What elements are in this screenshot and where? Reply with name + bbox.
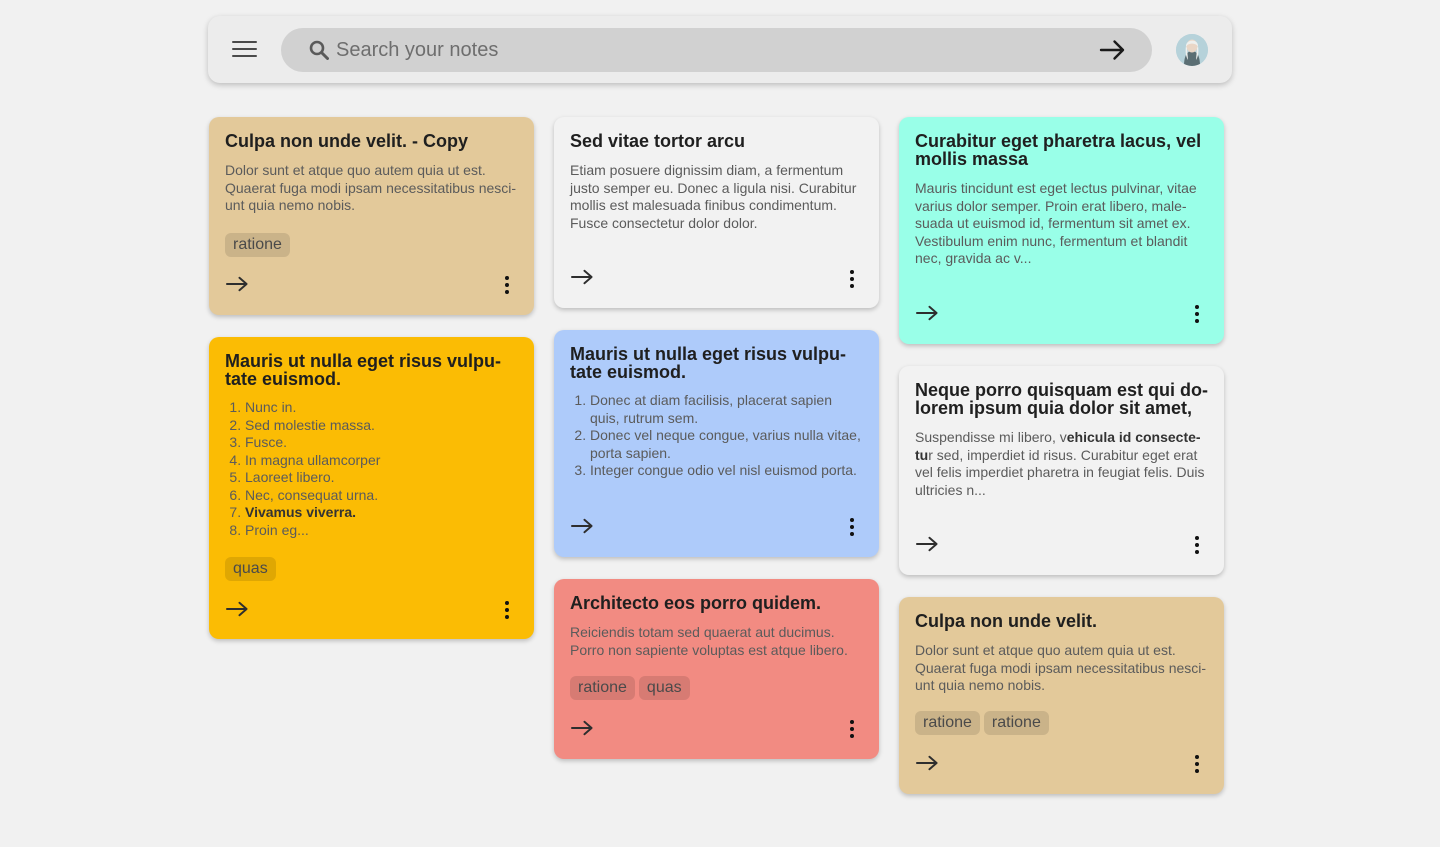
note-card[interactable]: Mauris ut nulla eget risus vulpu-tate eu…	[209, 337, 534, 639]
note-card[interactable]: Culpa non unde velit. - Copy Dolor sunt …	[209, 117, 534, 315]
avatar[interactable]	[1176, 34, 1208, 66]
list-item: Vivamus viverra.	[245, 504, 518, 522]
tag[interactable]: quas	[638, 676, 690, 700]
more-options-icon[interactable]	[1194, 755, 1200, 773]
tag-list: ratione quas	[570, 676, 690, 700]
note-body-text: Suspendisse mi libero, v	[915, 429, 1067, 445]
search-submit-arrow-icon[interactable]	[1099, 38, 1127, 62]
menu-button[interactable]	[232, 41, 258, 59]
search-icon[interactable]	[309, 40, 329, 60]
search-bar	[281, 28, 1152, 72]
more-options-icon[interactable]	[1194, 305, 1200, 323]
open-note-arrow-icon[interactable]	[916, 755, 939, 771]
tag[interactable]: ratione	[983, 711, 1049, 735]
tag-list: ratione ratione	[915, 711, 1049, 735]
note-body: Etiam posuere dignissim diam, a fermentu…	[570, 162, 857, 231]
list-item: Nunc in.	[245, 399, 518, 417]
note-card[interactable]: Curabitur eget pharetra lacus, vel molli…	[899, 117, 1224, 344]
search-input[interactable]	[336, 28, 1076, 72]
open-note-arrow-icon[interactable]	[916, 305, 939, 321]
note-body: Mauris tincidunt est eget lectus pulvina…	[915, 180, 1197, 266]
list-item: Proin eg...	[245, 522, 518, 540]
note-list: Donec at diam facilisis, placerat sapien…	[570, 392, 863, 480]
note-title: Culpa non unde velit.	[915, 611, 1098, 631]
open-note-arrow-icon[interactable]	[916, 536, 939, 552]
list-item: Integer congue odio vel nisl euismod por…	[590, 462, 863, 480]
open-note-arrow-icon[interactable]	[571, 720, 594, 736]
note-title: Curabitur eget pharetra lacus, vel molli…	[915, 131, 1202, 169]
note-body: Reiciendis totam sed quaerat aut ducimus…	[570, 624, 848, 658]
more-options-icon[interactable]	[504, 276, 510, 294]
more-options-icon[interactable]	[504, 601, 510, 619]
tag-list: ratione	[225, 233, 290, 257]
bold-text: Vivamus viverra.	[245, 504, 357, 520]
note-card[interactable]: Culpa non unde velit. Dolor sunt et atqu…	[899, 597, 1224, 794]
tag[interactable]: ratione	[225, 233, 290, 257]
menu-icon	[232, 41, 257, 43]
note-card[interactable]: Sed vitae tortor arcu Etiam posuere dign…	[554, 117, 879, 308]
list-item: In magna ullamcorper	[245, 452, 518, 470]
open-note-arrow-icon[interactable]	[571, 518, 594, 534]
tag[interactable]: quas	[225, 557, 276, 581]
note-card[interactable]: Mauris ut nulla eget risus vulpu-tate eu…	[554, 330, 879, 557]
more-options-icon[interactable]	[849, 720, 855, 738]
note-body: Suspendisse mi libero, vehicula id conse…	[915, 429, 1208, 499]
menu-icon-line	[232, 48, 257, 50]
note-card[interactable]: Architecto eos porro quidem. Reiciendis …	[554, 579, 879, 759]
more-options-icon[interactable]	[1194, 536, 1200, 554]
tag-list: quas	[225, 557, 276, 581]
list-item: Donec at diam facilisis, placerat sapien…	[590, 392, 863, 427]
note-body: Dolor sunt et atque quo autem quia ut es…	[225, 162, 517, 213]
note-body-text: r sed, imperdiet id risus. Curabitur ege…	[915, 446, 1205, 498]
open-note-arrow-icon[interactable]	[226, 601, 249, 617]
note-body: Dolor sunt et atque quo autem quia ut es…	[915, 642, 1207, 693]
avatar-image	[1176, 34, 1208, 66]
tag[interactable]: ratione	[570, 676, 635, 700]
note-card[interactable]: Neque porro quisquam est qui do-lorem ip…	[899, 366, 1224, 575]
open-note-arrow-icon[interactable]	[226, 276, 249, 292]
menu-icon-line	[232, 55, 257, 57]
list-item: Laoreet libero.	[245, 469, 518, 487]
open-note-arrow-icon[interactable]	[571, 269, 594, 285]
note-title: Sed vitae tortor arcu	[570, 131, 746, 151]
tag[interactable]: ratione	[915, 711, 980, 735]
note-title: Culpa non unde velit. - Copy	[225, 131, 468, 151]
more-options-icon[interactable]	[849, 270, 855, 288]
list-item: Fusce.	[245, 434, 518, 452]
more-options-icon[interactable]	[849, 518, 855, 536]
note-list: Nunc in. Sed molestie massa. Fusce. In m…	[225, 399, 518, 539]
note-title: Architecto eos porro quidem.	[570, 593, 822, 613]
note-title: Neque porro quisquam est qui do-lorem ip…	[915, 380, 1209, 418]
list-item: Nec, consequat urna.	[245, 487, 518, 505]
top-bar	[208, 16, 1232, 83]
note-title: Mauris ut nulla eget risus vulpu-tate eu…	[570, 344, 847, 382]
list-item: Sed molestie massa.	[245, 417, 518, 435]
list-item: Donec vel neque congue, varius nulla vit…	[590, 427, 863, 462]
note-title: Mauris ut nulla eget risus vulpu-tate eu…	[225, 351, 502, 389]
